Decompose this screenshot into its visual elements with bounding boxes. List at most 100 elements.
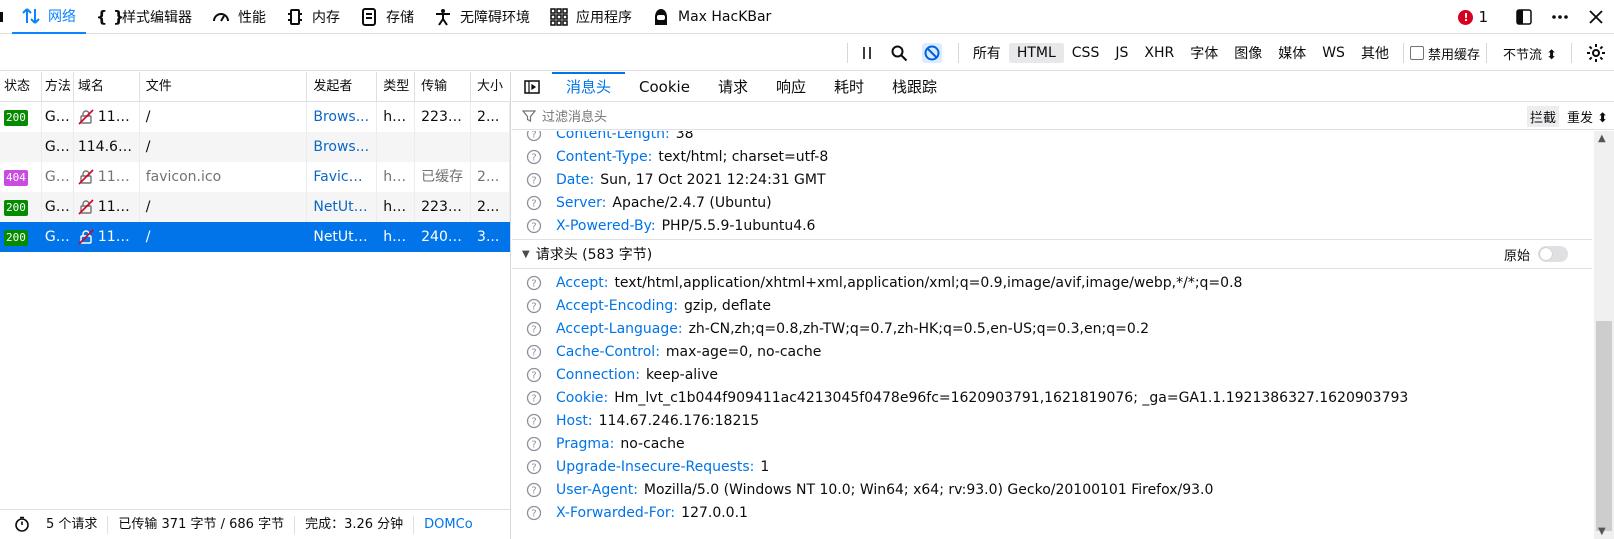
help-icon[interactable]: ?: [526, 131, 542, 142]
header-row[interactable]: ? X-Forwarded-For: 127.0.0.1: [512, 501, 1592, 524]
help-icon[interactable]: ?: [526, 344, 542, 360]
help-icon[interactable]: ?: [526, 413, 542, 429]
block-button[interactable]: 拦截: [1526, 105, 1559, 127]
more-options-button[interactable]: [1542, 0, 1578, 34]
details-tab-3[interactable]: 响应: [762, 72, 820, 102]
column-initiator[interactable]: 发起者: [307, 72, 378, 101]
header-row[interactable]: ? Content-Length: 38: [512, 131, 1592, 145]
header-row[interactable]: ? Date: Sun, 17 Oct 2021 12:24:31 GMT: [512, 168, 1592, 191]
cell-initiator[interactable]: Brows...: [307, 132, 378, 162]
resend-button[interactable]: 重发 ⬍: [1567, 107, 1608, 126]
details-tab-5[interactable]: 栈跟踪: [878, 72, 951, 102]
column-file[interactable]: 文件: [140, 72, 308, 101]
request-row[interactable]: 200 GET 114... / NetUti... ht... 223 ... 2...: [0, 192, 510, 222]
header-row[interactable]: ? Accept-Language: zh-CN,zh;q=0.8,zh-TW;q=…: [512, 317, 1592, 340]
network-settings-button[interactable]: [1578, 36, 1614, 70]
dock-button[interactable]: [1506, 0, 1542, 34]
help-icon[interactable]: ?: [526, 218, 542, 234]
column-size[interactable]: 大小: [471, 72, 510, 101]
header-row[interactable]: ? Content-Type: text/html; charset=utf-8: [512, 145, 1592, 168]
raw-toggle[interactable]: 原始: [1504, 245, 1568, 264]
details-tab-4[interactable]: 耗时: [820, 72, 878, 102]
header-row[interactable]: ? User-Agent: Mozilla/5.0 (Windows NT 10.0…: [512, 478, 1592, 501]
block-urls-button[interactable]: [918, 35, 946, 71]
tab-performance[interactable]: 性能: [202, 0, 276, 34]
type-filter-1[interactable]: HTML: [1008, 43, 1064, 63]
help-icon[interactable]: ?: [526, 298, 542, 314]
details-tab-1[interactable]: Cookie: [625, 72, 704, 102]
tab-max-hackbar[interactable]: Max HacKBar: [642, 0, 781, 34]
help-icon[interactable]: ?: [526, 482, 542, 498]
type-filter-9[interactable]: 其他: [1353, 41, 1397, 65]
error-count-badge[interactable]: ! 1: [1458, 8, 1488, 26]
header-row[interactable]: ? Pragma: no-cache: [512, 432, 1592, 455]
help-icon[interactable]: ?: [526, 172, 542, 188]
help-icon[interactable]: ?: [526, 505, 542, 521]
request-row[interactable]: 200 GET 114... / NetUti... ht... 240 ... 3...: [0, 222, 510, 252]
header-row[interactable]: ? Upgrade-Insecure-Requests: 1: [512, 455, 1592, 478]
help-icon[interactable]: ?: [526, 275, 542, 291]
search-button[interactable]: [886, 35, 912, 71]
request-row[interactable]: 404 GET 114... favicon.ico Favico... ht... 已缓存…: [0, 162, 510, 192]
scroll-up-arrow[interactable]: ▲: [1598, 133, 1606, 144]
column-method[interactable]: 方法: [42, 72, 74, 101]
help-icon[interactable]: ?: [526, 436, 542, 452]
header-row[interactable]: ? Cache-Control: max-age=0, no-cache: [512, 340, 1592, 363]
scrollbar-thumb[interactable]: [1596, 321, 1612, 531]
type-filter-0[interactable]: 所有: [965, 41, 1009, 65]
cell-initiator[interactable]: NetUti...: [307, 192, 378, 222]
column-domain[interactable]: 域名: [74, 72, 140, 101]
cell-initiator[interactable]: NetUti...: [307, 222, 377, 252]
header-row[interactable]: ? X-Powered-By: PHP/5.5.9-1ubuntu4.6: [512, 214, 1592, 237]
help-icon[interactable]: ?: [526, 390, 542, 406]
raw-switch[interactable]: [1538, 246, 1568, 262]
request-headers-section[interactable]: ▼ 请求头 (583 字节) 原始: [512, 239, 1592, 269]
details-tab-list: 消息头 Cookie 请求 响应 耗时 栈跟踪: [552, 71, 951, 102]
column-transferred[interactable]: 传输: [415, 72, 472, 101]
tab-memory[interactable]: 内存: [276, 0, 350, 34]
tab-storage[interactable]: 存储: [350, 0, 424, 34]
checkbox-box[interactable]: [1409, 46, 1424, 60]
type-filter-6[interactable]: 图像: [1226, 41, 1270, 65]
header-row[interactable]: ? Host: 114.67.246.176:18215: [512, 409, 1592, 432]
help-icon[interactable]: ?: [526, 459, 542, 475]
collapse-triangle-icon[interactable]: ▼: [522, 249, 530, 260]
help-icon[interactable]: ?: [526, 321, 542, 337]
type-filter-8[interactable]: WS: [1314, 43, 1353, 63]
header-row[interactable]: ? Cookie: Hm_lvt_c1b044f909411ac4213045f04…: [512, 386, 1592, 409]
headers-scrollbar[interactable]: ▲ ▼: [1594, 131, 1614, 539]
help-icon[interactable]: ?: [526, 149, 542, 165]
tab-application[interactable]: 应用程序: [540, 0, 642, 34]
header-row[interactable]: ? Connection: keep-alive: [512, 363, 1592, 386]
header-row[interactable]: ? Accept-Encoding: gzip, deflate: [512, 294, 1592, 317]
header-row[interactable]: ? Server: Apache/2.4.7 (Ubuntu): [512, 191, 1592, 214]
header-filter-input[interactable]: 过滤消息头: [542, 106, 607, 125]
tab-accessibility[interactable]: 无障碍环境: [424, 0, 540, 34]
help-icon[interactable]: ?: [526, 195, 542, 211]
header-row[interactable]: ? Accept: text/html,application/xhtml+xml,…: [512, 271, 1592, 294]
throttle-select[interactable]: 不节流 ⬍: [1503, 44, 1557, 63]
type-filter-5[interactable]: 字体: [1182, 41, 1226, 65]
type-filter-2[interactable]: CSS: [1064, 43, 1108, 63]
disable-cache-checkbox[interactable]: 禁用缓存: [1409, 44, 1480, 63]
column-type[interactable]: 类型: [377, 72, 416, 101]
tab-partial-left[interactable]: [0, 0, 12, 34]
toggle-sidebar-button[interactable]: [512, 79, 552, 95]
cell-initiator[interactable]: Brows...: [307, 102, 378, 132]
help-icon[interactable]: ?: [526, 367, 542, 383]
tab-network[interactable]: 网络: [12, 0, 86, 34]
type-filter-7[interactable]: 媒体: [1270, 41, 1314, 65]
details-tab-2[interactable]: 请求: [704, 72, 762, 102]
cell-method: GET: [44, 229, 74, 245]
type-filter-4[interactable]: XHR: [1136, 43, 1182, 63]
scroll-down-arrow[interactable]: ▼: [1598, 526, 1606, 537]
pause-button[interactable]: [854, 35, 880, 71]
details-tab-0[interactable]: 消息头: [552, 71, 626, 102]
close-devtools-button[interactable]: [1578, 0, 1614, 34]
column-status[interactable]: 状态: [0, 72, 42, 101]
request-row[interactable]: 200 GET 114... / Brows... ht... 223 ... 2...: [0, 102, 510, 132]
cell-initiator[interactable]: Favico...: [307, 162, 378, 192]
type-filter-3[interactable]: JS: [1107, 43, 1136, 63]
request-row[interactable]: GET 114.67... / Brows...: [0, 132, 510, 162]
tab-style-editor[interactable]: { } 样式编辑器: [86, 0, 202, 34]
